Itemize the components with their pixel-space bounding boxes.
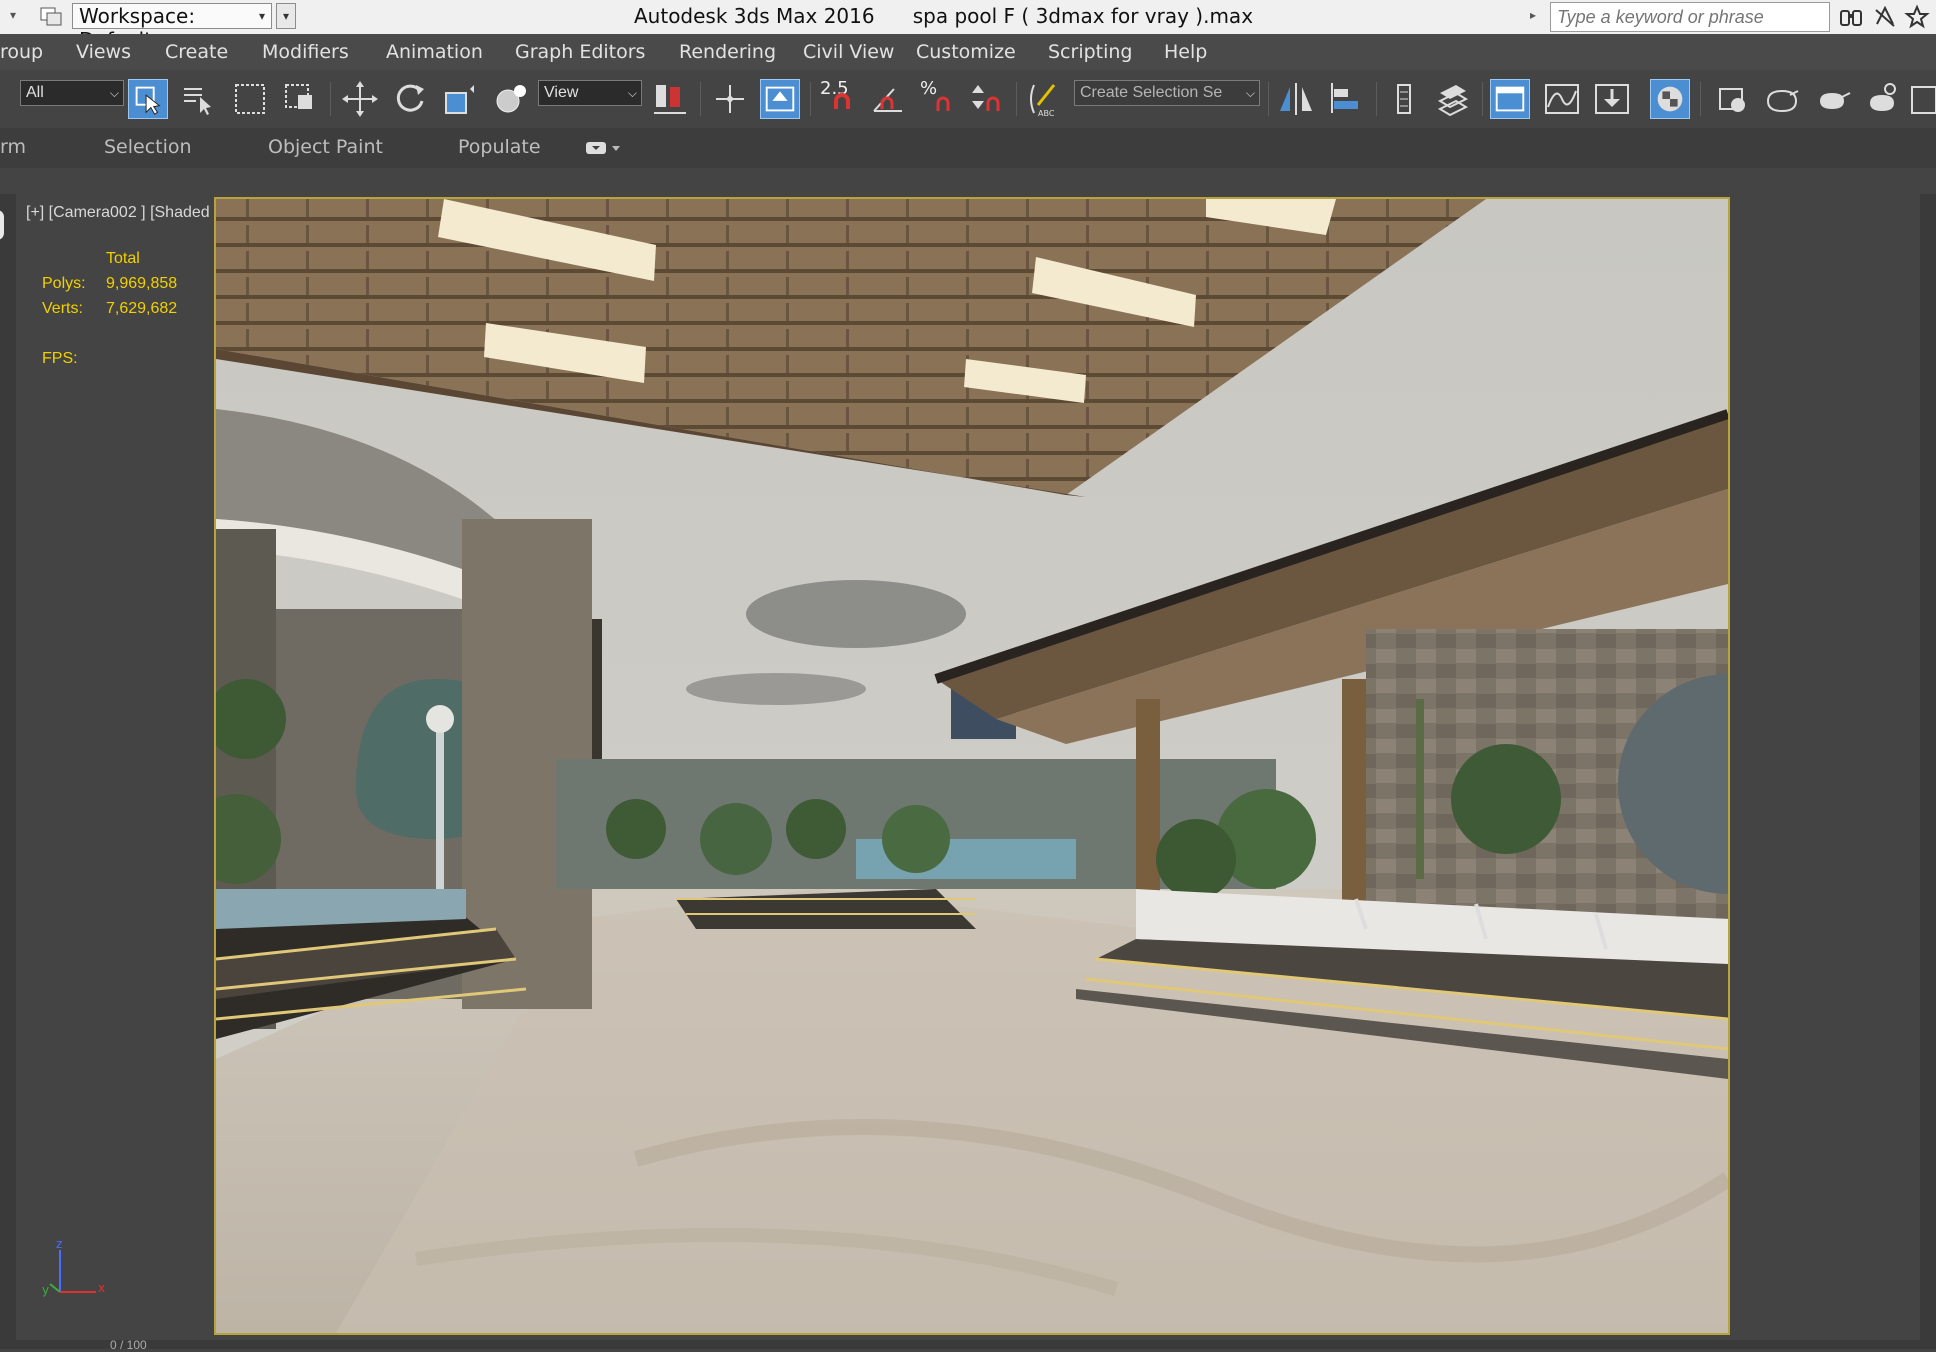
menu-views[interactable]: Views: [76, 41, 131, 63]
percent-snap-icon[interactable]: [920, 79, 960, 119]
material-editor-icon[interactable]: [1650, 79, 1690, 119]
menu-rendering[interactable]: Rendering: [679, 41, 776, 63]
spinner-snap-icon[interactable]: [968, 79, 1008, 119]
chevron-down-icon: ⌵: [627, 86, 637, 100]
stats-polys-label: Polys:: [42, 275, 86, 292]
menu-animation[interactable]: Animation: [386, 41, 483, 63]
reference-coordinate-value: View: [544, 84, 579, 101]
ribbon-options-icon[interactable]: [584, 138, 626, 158]
menu-scripting[interactable]: Scripting: [1048, 41, 1133, 63]
render-production-icon[interactable]: [1812, 79, 1852, 119]
named-selection-dropdown[interactable]: Create Selection Se ⌵: [1074, 80, 1260, 106]
rotate-icon[interactable]: [390, 79, 430, 119]
camera-safe-frame[interactable]: [214, 197, 1730, 1335]
scene-explorer-icon[interactable]: [1490, 79, 1530, 119]
rendered-frame-window-icon[interactable]: [1762, 79, 1802, 119]
mirror-icon[interactable]: [1276, 79, 1316, 119]
menu-help[interactable]: Help: [1164, 41, 1207, 63]
chevron-down-icon: ▾: [258, 9, 265, 23]
workspace-icon[interactable]: [38, 4, 64, 28]
frame-counter: 0 / 100: [110, 1338, 147, 1352]
stats-fps-label: FPS:: [42, 350, 78, 367]
layer-explorer-icon[interactable]: [1384, 79, 1424, 119]
toolbar-divider: [810, 82, 811, 116]
svg-text:y: y: [42, 1283, 49, 1297]
stats-polys-value: 9,969,858: [106, 275, 178, 292]
render-iterative-icon[interactable]: [1862, 79, 1902, 119]
toolbar-divider: [1700, 82, 1701, 116]
quick-access-dropdown-icon[interactable]: ▾: [10, 8, 16, 22]
workspace-menu-button[interactable]: ▾: [276, 3, 296, 29]
stats-verts-value: 7,629,682: [106, 300, 178, 317]
ribbon-tab-object-paint[interactable]: Object Paint: [268, 136, 383, 158]
pivot-center-icon[interactable]: [650, 79, 690, 119]
select-manipulate-icon[interactable]: [710, 79, 750, 119]
menu-civil-view[interactable]: Civil View: [803, 41, 894, 63]
menu-bar: roup Views Create Modifiers Animation Gr…: [0, 34, 1936, 71]
toggle-ribbon-icon[interactable]: [1432, 79, 1472, 119]
ribbon-tab-bar: rm Selection Object Paint Populate: [0, 128, 1936, 168]
edit-named-selection-icon[interactable]: ABC: [1024, 79, 1064, 119]
timeline-bar[interactable]: [0, 1340, 1936, 1349]
snaps-toggle-icon[interactable]: [822, 79, 862, 119]
menu-graph-editors[interactable]: Graph Editors: [515, 41, 645, 63]
svg-text:z: z: [56, 1237, 62, 1251]
search-expand-icon[interactable]: ▸: [1530, 8, 1536, 22]
chevron-down-icon: ⌵: [1245, 86, 1255, 100]
viewport-scene-render: [216, 199, 1728, 1333]
toolbar-overflow-icon[interactable]: [1906, 79, 1936, 119]
angle-snap-icon[interactable]: [868, 79, 908, 119]
menu-group[interactable]: roup: [0, 41, 43, 63]
menu-create[interactable]: Create: [165, 41, 228, 63]
ribbon-tab-populate[interactable]: Populate: [458, 136, 541, 158]
window-crossing-icon[interactable]: [280, 79, 320, 119]
viewport-nav-handle[interactable]: [0, 210, 4, 240]
select-object-icon[interactable]: [128, 79, 168, 119]
toolbar-divider: [1268, 82, 1269, 116]
window-title: Autodesk 3ds Max 2016 spa pool F ( 3dmax…: [634, 4, 1254, 28]
title-bar: ▾ Workspace: Default ▾ ▾ Autodesk 3ds Ma…: [0, 0, 1936, 52]
ribbon-tab-freeform[interactable]: rm: [0, 136, 26, 158]
reference-coordinate-dropdown[interactable]: View ⌵: [538, 80, 642, 106]
right-side-strip: [1920, 194, 1936, 1349]
placement-icon[interactable]: [492, 79, 532, 119]
main-toolbar: All ⌵ View ⌵ 2.5 % ABC Create Selection …: [0, 70, 1936, 128]
stats-total-label: Total: [106, 250, 140, 267]
menu-modifiers[interactable]: Modifiers: [262, 41, 349, 63]
left-side-strip: [0, 194, 16, 1349]
toolbar-divider: [700, 82, 701, 116]
axis-gizmo-icon: z x y: [42, 1237, 105, 1297]
ribbon-panel-strip: [0, 168, 1936, 194]
toolbar-divider: [1482, 82, 1483, 116]
toolbar-divider: [330, 82, 331, 116]
toolbar-divider: [1376, 82, 1377, 116]
selection-filter-dropdown[interactable]: All ⌵: [20, 80, 124, 106]
selection-filter-value: All: [26, 84, 44, 101]
curve-editor-icon[interactable]: [1542, 79, 1582, 119]
ribbon-tab-selection[interactable]: Selection: [104, 136, 192, 158]
schematic-view-icon[interactable]: [1592, 79, 1632, 119]
toolbar-divider: [1016, 82, 1017, 116]
scale-icon[interactable]: [440, 79, 480, 119]
named-selection-placeholder: Create Selection Se: [1080, 84, 1223, 101]
viewport-label-menu[interactable]: [+] [Camera002 ] [Shaded ]: [26, 204, 219, 222]
rectangular-selection-icon[interactable]: [230, 79, 270, 119]
chevron-down-icon: ⌵: [109, 86, 119, 100]
workspace-selector[interactable]: Workspace: Default ▾: [72, 3, 272, 52]
move-icon[interactable]: [340, 79, 380, 119]
search-input[interactable]: [1550, 2, 1830, 32]
align-icon[interactable]: [1326, 79, 1366, 119]
favorites-star-icon[interactable]: [1904, 4, 1930, 30]
render-setup-icon[interactable]: [1712, 79, 1752, 119]
communication-center-icon[interactable]: [1872, 4, 1898, 30]
svg-text:ABC: ABC: [1038, 109, 1055, 118]
select-by-name-icon[interactable]: [178, 79, 218, 119]
svg-text:x: x: [98, 1281, 105, 1295]
binoculars-icon[interactable]: [1838, 4, 1864, 30]
stats-verts-label: Verts:: [42, 300, 83, 317]
menu-customize[interactable]: Customize: [916, 41, 1016, 63]
keyboard-shortcut-override-icon[interactable]: [760, 79, 800, 119]
